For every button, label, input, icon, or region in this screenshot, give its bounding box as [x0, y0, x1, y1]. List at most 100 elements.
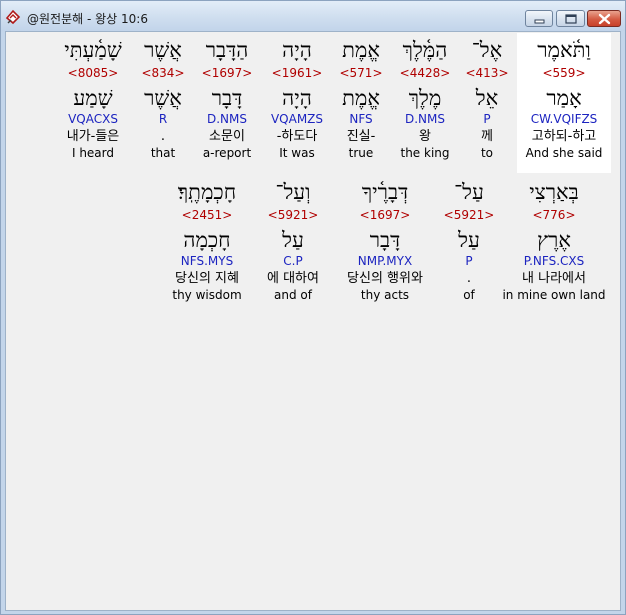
hebrew-word: חָכְמָתֶֽךָ׃	[177, 180, 237, 204]
parsing-code: P	[465, 254, 473, 268]
english-gloss: to	[480, 146, 494, 160]
lexical-form: עַל	[458, 228, 480, 252]
korean-gloss: -하도다	[276, 129, 318, 144]
english-gloss: in mine own land	[502, 288, 606, 302]
parsing-code: C.P	[283, 254, 303, 268]
lexical-form: מֶלֶךְ	[408, 86, 442, 110]
hebrew-word: אֲשֶׁר	[144, 38, 182, 62]
lexical-form: אָמַר	[546, 86, 582, 110]
hebrew-word: עַל־	[454, 180, 484, 204]
english-gloss: a-report	[202, 146, 252, 160]
parsing-code: NFS.MYS	[180, 254, 234, 268]
interlinear-panel[interactable]: וַתֹּ֫אמֶר <559> אָמַר CW.VQIFZS 고하되-하고 …	[5, 31, 621, 611]
title-bar[interactable]: @원전분해 - 왕상 10:6	[1, 1, 625, 31]
strong-number[interactable]: <8085>	[54, 65, 132, 82]
parsing-code: R	[158, 112, 168, 126]
parsing-code: P	[483, 112, 491, 126]
hebrew-word: הָיָה	[282, 38, 312, 62]
english-gloss: true	[348, 146, 374, 160]
lexical-form: אֲשֶׁר	[144, 86, 182, 110]
strong-number[interactable]: <1697>	[333, 207, 437, 224]
parsing-code: VQAMZS	[270, 112, 324, 126]
korean-gloss: 당신의 행위와	[347, 271, 423, 286]
minimize-button[interactable]	[525, 10, 553, 27]
maximize-button[interactable]	[556, 10, 585, 27]
english-gloss: that	[150, 146, 176, 160]
word-0-7[interactable]: שָׁמַ֫עְתִּי <8085> שָׁמַע VQACXS 내가-들은 …	[54, 35, 132, 161]
strong-number[interactable]: <5921>	[442, 207, 496, 224]
word-0-0[interactable]: וַתֹּ֫אמֶר <559> אָמַר CW.VQIFZS 고하되-하고 …	[517, 35, 611, 161]
word-1-0[interactable]: בְּאַרְצִי <776> אֶרֶץ P.NFS.CXS 내 나라에서 …	[502, 177, 606, 303]
strong-number[interactable]: <2451>	[161, 207, 253, 224]
strong-number[interactable]: <4428>	[392, 65, 458, 82]
lexical-form: הָיָה	[282, 86, 312, 110]
lexical-form: אֱמֶת	[342, 86, 380, 110]
app-window: @원전분해 - 왕상 10:6 וַתֹּ֫אמֶר <559> אָמַר C…	[0, 0, 626, 615]
korean-gloss: 내가-들은	[66, 129, 120, 144]
word-1-4[interactable]: חָכְמָתֶֽךָ׃ <2451> חָכְמָה NFS.MYS 당신의 …	[161, 177, 253, 303]
parsing-code: D.NMS	[404, 112, 445, 126]
english-gloss: the king	[400, 146, 450, 160]
parsing-code: CW.VQIFZS	[530, 112, 598, 126]
korean-gloss: .	[466, 271, 472, 286]
korean-gloss: 왕	[419, 129, 431, 144]
lexical-form: דָּבָר	[369, 228, 401, 252]
word-0-6[interactable]: אֲשֶׁר <834> אֲשֶׁר R . that	[136, 35, 190, 161]
strong-number[interactable]: <834>	[136, 65, 190, 82]
word-0-4[interactable]: הָיָה <1961> הָיָה VQAMZS -하도다 It was	[264, 35, 330, 161]
korean-gloss: 께	[481, 129, 493, 144]
korean-gloss: 고하되-하고	[531, 129, 597, 144]
strong-number[interactable]: <1961>	[264, 65, 330, 82]
lexical-form: אֵל	[475, 86, 499, 110]
korean-gloss: 에 대하여	[267, 271, 319, 286]
english-gloss: I heard	[71, 146, 115, 160]
english-gloss: thy wisdom	[172, 288, 242, 302]
word-1-3[interactable]: וְעַל־ <5921> עַל C.P 에 대하여 and of	[258, 177, 328, 303]
parsing-code: VQACXS	[68, 112, 118, 126]
word-1-2[interactable]: דְּבָרֶ֫יךָ <1697> דָּבָר NMP.MYX 당신의 행위…	[333, 177, 437, 303]
word-0-1[interactable]: אֶל־ <413> אֵל P 께 to	[462, 35, 512, 161]
app-book-icon[interactable]	[5, 9, 21, 25]
korean-gloss: 당신의 지혜	[175, 271, 239, 286]
english-gloss: thy acts	[360, 288, 410, 302]
strong-number[interactable]: <413>	[462, 65, 512, 82]
window-title: @원전분해 - 왕상 10:6	[27, 12, 148, 26]
parsing-code: D.NMS	[206, 112, 247, 126]
strong-number[interactable]: <5921>	[258, 207, 328, 224]
korean-gloss: 내 나라에서	[522, 271, 586, 286]
hebrew-word: אֱמֶת	[342, 38, 380, 62]
english-gloss: It was	[279, 146, 315, 160]
lexical-form: דָּבָר	[211, 86, 243, 110]
korean-gloss: 소문이	[209, 129, 245, 144]
english-gloss: of	[463, 288, 475, 302]
close-icon	[598, 13, 611, 25]
english-gloss: and of	[274, 288, 312, 302]
parsing-code: P.NFS.CXS	[523, 254, 585, 268]
korean-gloss: 진실-	[346, 129, 376, 144]
lexical-form: חָכְמָה	[183, 228, 231, 252]
word-0-2[interactable]: הַמֶּ֫לֶךְ <4428> מֶלֶךְ D.NMS 왕 the kin…	[392, 35, 458, 161]
strong-number[interactable]: <776>	[502, 207, 606, 224]
lexical-form: שָׁמַע	[73, 86, 113, 110]
hebrew-word: בְּאַרְצִי	[529, 180, 579, 204]
strong-number[interactable]: <559>	[517, 65, 611, 82]
word-1-1[interactable]: עַל־ <5921> עַל P . of	[442, 177, 496, 303]
close-button[interactable]	[587, 10, 621, 27]
english-gloss: And she said	[525, 146, 603, 160]
hebrew-word: וַתֹּ֫אמֶר	[537, 38, 591, 62]
hebrew-word: הַמֶּ֫לֶךְ	[402, 38, 448, 62]
parsing-code: NFS	[349, 112, 373, 126]
hebrew-word: וְעַל־	[275, 180, 311, 204]
word-0-3[interactable]: אֱמֶת <571> אֱמֶת NFS 진실- true	[334, 35, 388, 161]
hebrew-word: אֶל־	[471, 38, 503, 62]
korean-gloss: .	[160, 129, 166, 144]
parsing-code: NMP.MYX	[357, 254, 413, 268]
lexical-form: אֶרֶץ	[537, 228, 571, 252]
minimize-icon	[534, 19, 545, 24]
word-0-5[interactable]: הַדָּבָר <1697> דָּבָר D.NMS 소문이 a-repor…	[194, 35, 260, 161]
strong-number[interactable]: <1697>	[194, 65, 260, 82]
strong-number[interactable]: <571>	[334, 65, 388, 82]
hebrew-word: דְּבָרֶ֫יךָ	[361, 180, 409, 204]
lexical-form: עַל	[282, 228, 304, 252]
maximize-icon	[565, 14, 577, 24]
